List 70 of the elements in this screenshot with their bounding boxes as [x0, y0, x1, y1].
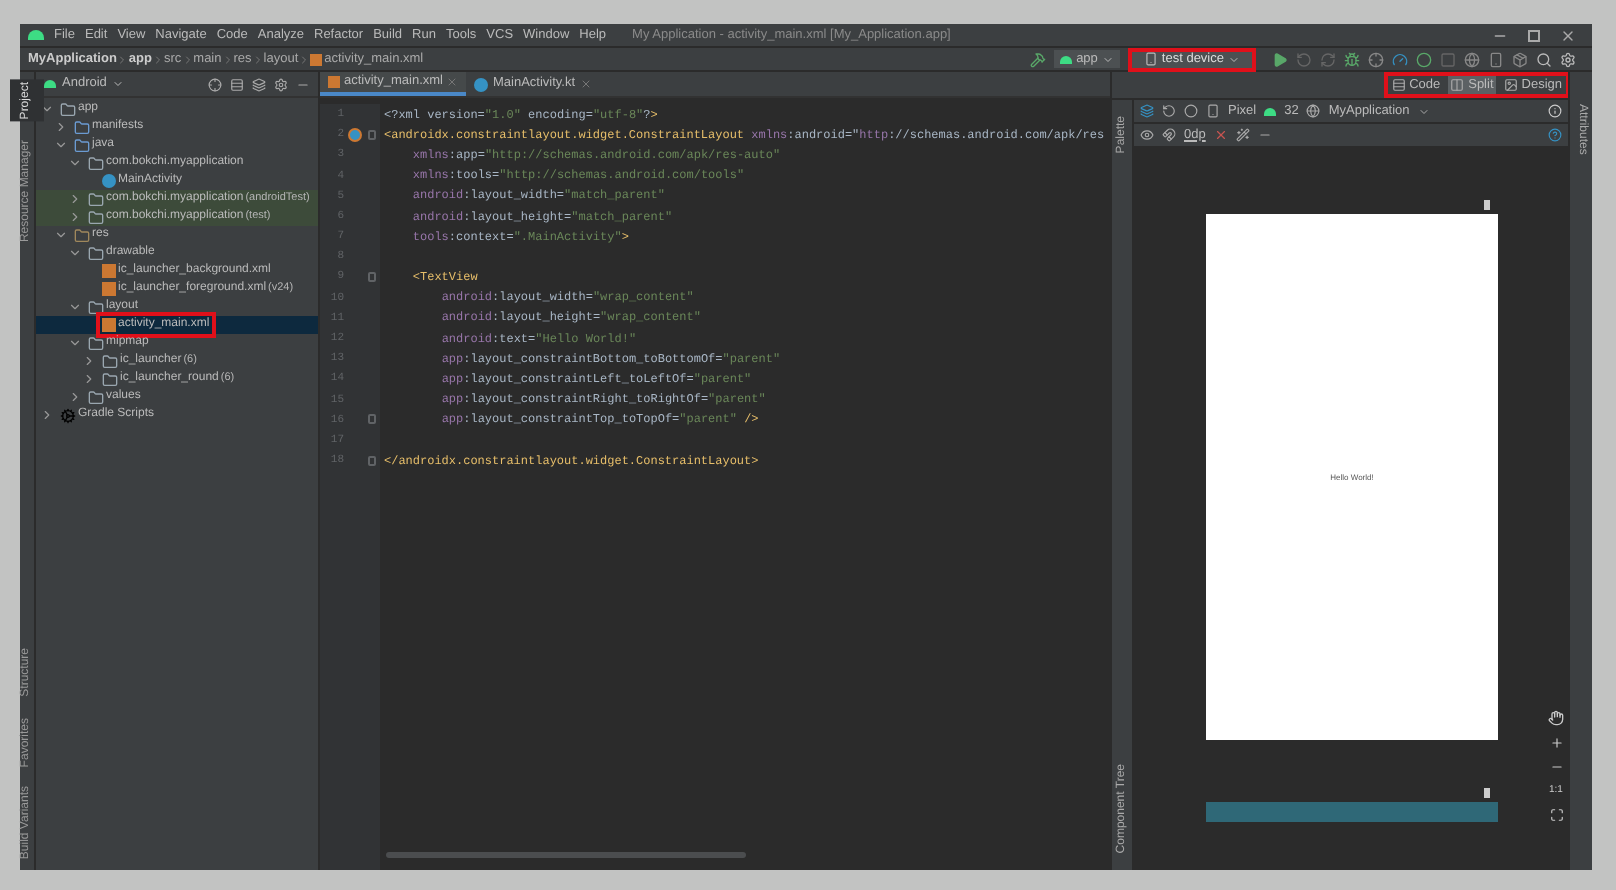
- maximize-icon[interactable]: [1528, 29, 1540, 41]
- close-icon: [446, 76, 459, 88]
- layers-icon: [1140, 104, 1154, 118]
- fold-marker-icon[interactable]: [368, 455, 376, 466]
- close-icon: [1560, 27, 1576, 43]
- circle-icon: [1416, 51, 1432, 67]
- stop-icon: [1440, 51, 1456, 67]
- chevron-icon: [116, 53, 129, 65]
- fold-marker-icon[interactable]: [368, 414, 376, 425]
- package-icon: [1512, 51, 1528, 67]
- night-mode-icon: [1184, 104, 1198, 118]
- folder-icon: [88, 299, 104, 315]
- gauge-icon: [1392, 51, 1408, 67]
- lines-icon: [1391, 78, 1406, 92]
- hammer-icon: [1030, 51, 1047, 67]
- expand-all-icon: [252, 77, 266, 91]
- chevron-icon: [298, 53, 311, 65]
- image-icon: [1503, 78, 1518, 92]
- settings-icon: [1560, 51, 1576, 67]
- android-logo-icon: [1264, 107, 1277, 115]
- collapse-all-icon: [230, 77, 244, 91]
- magic-wand-icon: [1235, 128, 1250, 142]
- zoom-in-icon: [1549, 735, 1563, 749]
- pin-icon: [1484, 200, 1490, 210]
- chevron-icon: [221, 53, 234, 65]
- restart-icon: [1296, 51, 1312, 67]
- scrollbar[interactable]: [386, 852, 746, 858]
- phone-icon: [1488, 51, 1504, 67]
- resource-folder-icon: [74, 227, 90, 243]
- clear-constraints-icon: [1213, 128, 1228, 142]
- fit-screen-icon: [1549, 808, 1563, 822]
- dropdown-icon: [1228, 53, 1240, 65]
- globe-icon: [1464, 51, 1480, 67]
- refresh-icon: [1320, 51, 1336, 67]
- dropdown-icon: [112, 78, 125, 90]
- columns-icon: [1450, 78, 1465, 92]
- baseline-icon: [1257, 128, 1272, 142]
- magnet-icon: [1162, 128, 1176, 142]
- android-logo-icon: [1060, 55, 1073, 63]
- class-icon: [102, 174, 116, 188]
- crosshair-icon: [1368, 51, 1384, 67]
- close-icon: [579, 78, 592, 90]
- dropdown-icon: [1417, 105, 1430, 117]
- fold-marker-icon[interactable]: [368, 129, 376, 140]
- search-icon: [1536, 51, 1552, 67]
- theme-icon: [1306, 104, 1321, 118]
- android-logo-icon: [28, 30, 44, 40]
- run-icon: [1272, 51, 1288, 67]
- chevron-icon: [181, 53, 194, 65]
- eye-icon: [1140, 128, 1154, 142]
- pin-icon: [1484, 788, 1490, 798]
- dropdown-icon: [1101, 53, 1114, 65]
- chevron-icon: [251, 53, 264, 65]
- target-icon: [208, 77, 222, 91]
- chevron-icon: [151, 53, 164, 65]
- gutter-class-icon[interactable]: [348, 127, 362, 142]
- xml-file-icon: [102, 318, 116, 332]
- fold-marker-icon[interactable]: [368, 272, 376, 283]
- settings-icon: [274, 77, 288, 91]
- folder-icon: [88, 245, 104, 261]
- phone-icon: [1206, 104, 1220, 118]
- phone-icon: [1143, 52, 1158, 66]
- bug-icon: [1344, 51, 1360, 67]
- orientation-icon: [1162, 104, 1176, 118]
- android-logo-icon: [44, 80, 56, 88]
- info-icon: [1548, 104, 1562, 118]
- pan-icon: [1548, 709, 1564, 725]
- module-folder-icon: [60, 101, 76, 117]
- help-icon: [1548, 128, 1562, 142]
- kotlin-file-icon: [474, 77, 489, 91]
